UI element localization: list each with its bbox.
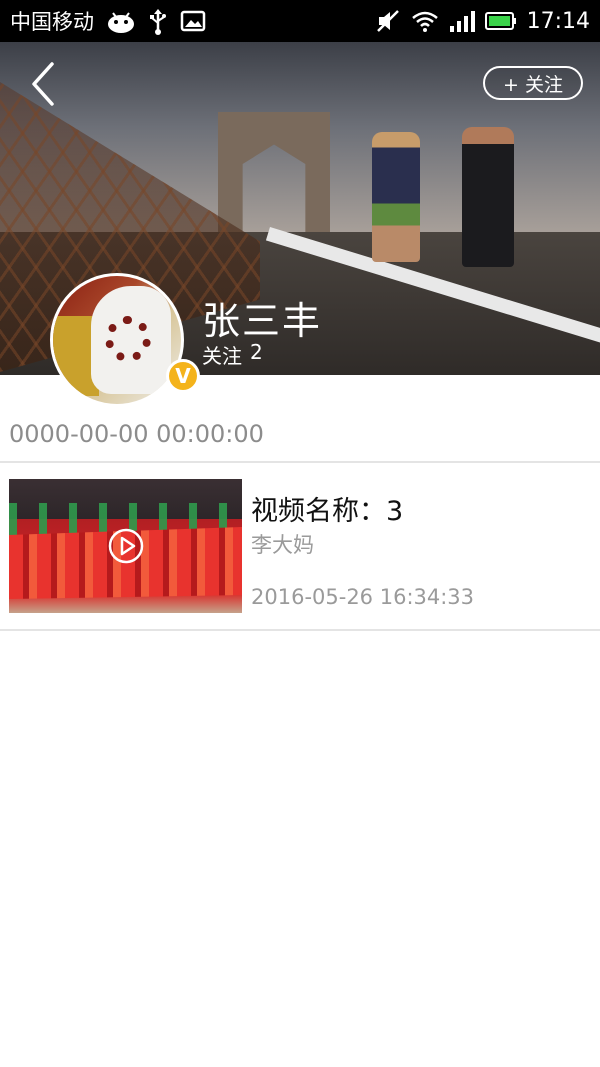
carrier-label: 中国移动	[10, 10, 94, 34]
avatar[interactable]	[50, 273, 184, 407]
video-thumbnail[interactable]	[9, 479, 242, 613]
back-button[interactable]	[26, 60, 60, 108]
status-bar: 中国移动 17:14	[0, 0, 600, 42]
follow-count-value: 2	[250, 340, 263, 364]
status-left: 中国移动	[10, 6, 206, 36]
status-right: 17:14	[375, 8, 590, 34]
clock: 17:14	[526, 8, 590, 34]
avatar-image	[53, 276, 181, 404]
follow-button[interactable]: + 关注	[483, 66, 583, 100]
video-author: 李大妈	[251, 533, 314, 557]
video-title: 视频名称：3	[251, 496, 404, 527]
profile-name: 张三丰	[202, 299, 323, 343]
follow-count[interactable]: 关注 2	[202, 340, 263, 369]
profile-date: 0000-00-00 00:00:00	[9, 420, 264, 448]
battery-icon	[484, 11, 517, 31]
mute-icon	[375, 8, 401, 34]
cover-runner	[462, 127, 514, 267]
wifi-icon	[411, 10, 439, 32]
video-timestamp: 2016-05-26 16:34:33	[251, 585, 475, 609]
play-icon[interactable]	[107, 527, 145, 565]
divider	[0, 629, 600, 631]
avatar-beads	[105, 316, 151, 362]
list-item[interactable]: 视频名称：3 李大妈 2016-05-26 16:34:33	[0, 463, 600, 629]
signal-icon	[449, 10, 475, 32]
follow-count-label: 关注	[202, 344, 242, 368]
verified-badge-icon: V	[166, 359, 200, 393]
image-icon	[180, 10, 206, 32]
cover-runner	[372, 132, 420, 262]
usb-icon	[148, 7, 168, 35]
android-icon	[106, 9, 136, 33]
chevron-left-icon	[32, 62, 54, 106]
